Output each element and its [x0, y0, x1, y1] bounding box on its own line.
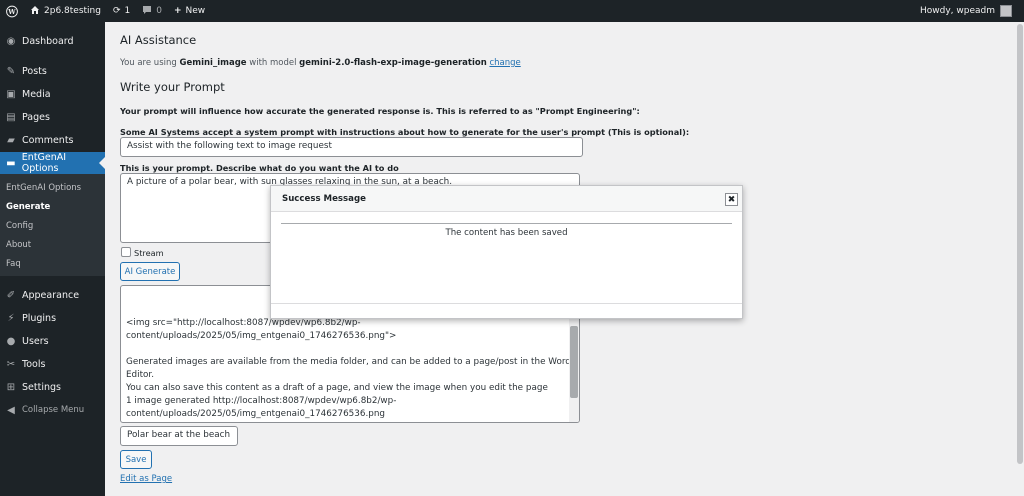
system-prompt-label: Some AI Systems accept a system prompt w…: [120, 127, 690, 137]
updates-icon: ⟳: [112, 6, 121, 16]
submenu-about[interactable]: About: [6, 240, 31, 250]
stream-checkbox[interactable]: [121, 247, 131, 257]
users-icon: ●: [6, 335, 16, 347]
svg-text:W: W: [7, 7, 16, 15]
submenu-config[interactable]: Config: [6, 221, 33, 231]
sidebar-item-dashboard[interactable]: ◉ Dashboard: [0, 32, 105, 50]
engine-prefix: You are using: [120, 58, 180, 68]
output-line: <img src="http://localhost:8087/wpdev/wp…: [126, 318, 361, 328]
edit-as-page-link[interactable]: Edit as Page: [120, 474, 172, 484]
dialog-footer-divider: [271, 303, 742, 304]
collapse-arrow-icon: ◀: [7, 404, 15, 416]
pin-icon: ✎: [6, 65, 16, 77]
updates-link[interactable]: ⟳ 1: [107, 0, 136, 22]
admin-bar: W 2p6.8testing ⟳ 1 0 + New Howdy, wpeadm: [0, 0, 1024, 22]
stream-label: Stream: [134, 248, 164, 258]
new-content-link[interactable]: + New: [168, 0, 211, 22]
sidebar-item-entgenai-options[interactable]: ▬ EntGenAI Options: [0, 152, 105, 174]
save-button[interactable]: Save: [120, 450, 152, 469]
page-title: AI Assistance: [120, 33, 197, 47]
comments-icon: ▰: [7, 134, 15, 146]
ai-generate-button[interactable]: AI Generate: [120, 262, 180, 281]
page-scrollbar[interactable]: [1016, 22, 1024, 496]
comments-link[interactable]: 0: [136, 0, 168, 22]
page-scroll-thumb[interactable]: [1017, 24, 1023, 464]
prompt-heading: Write your Prompt: [120, 80, 225, 94]
sidebar-item-media[interactable]: ▣ Media: [0, 85, 105, 103]
wordpress-logo-icon[interactable]: W: [0, 0, 24, 22]
avatar: [1000, 5, 1012, 17]
sidebar-item-label: Plugins: [22, 312, 57, 324]
system-prompt-input[interactable]: Assist with the following text to image …: [120, 137, 583, 157]
sidebar-item-label: Posts: [22, 65, 47, 77]
collapse-menu-button[interactable]: ◀ Collapse Menu: [0, 401, 105, 419]
output-line: Editor.: [126, 370, 155, 380]
updates-count: 1: [124, 6, 131, 16]
sidebar-item-label: Comments: [22, 134, 74, 146]
my-account[interactable]: Howdy, wpeadm: [920, 0, 1012, 22]
sidebar-item-users[interactable]: ● Users: [0, 332, 105, 350]
options-icon: ▬: [6, 157, 16, 169]
sidebar-item-plugins[interactable]: ⚡ Plugins: [0, 309, 105, 327]
sidebar-item-label: EntGenAI Options: [21, 152, 67, 174]
model-name: gemini-2.0-flash-exp-image-generation: [299, 58, 487, 68]
sidebar-item-pages[interactable]: ▤ Pages: [0, 108, 105, 126]
output-line: content/uploads/2025/05/img_entgenai0_17…: [126, 331, 397, 341]
sidebar-item-appearance[interactable]: ✐ Appearance: [0, 286, 105, 304]
comments-count: 0: [156, 6, 162, 16]
submenu-generate[interactable]: Generate: [6, 202, 50, 212]
dialog-divider: [281, 223, 732, 224]
prompt-label: This is your prompt. Describe what do yo…: [120, 163, 399, 173]
sidebar-item-posts[interactable]: ✎ Posts: [0, 62, 105, 80]
plus-icon: +: [173, 6, 182, 16]
close-icon[interactable]: ✖: [725, 193, 738, 206]
sidebar-item-label: Tools: [22, 358, 46, 370]
sidebar-item-label: Users: [22, 335, 49, 347]
sidebar-item-label: Settings: [22, 381, 61, 393]
admin-sidebar: ◉ Dashboard ✎ Posts ▣ Media ▤ Pages ▰ Co…: [0, 22, 105, 496]
change-link[interactable]: change: [489, 58, 520, 68]
engine-mid: with model: [246, 58, 300, 68]
success-dialog: Success Message ✖ The content has been s…: [270, 185, 743, 319]
wrench-icon: ✂: [6, 358, 16, 370]
intro-text: Your prompt will influence how accurate …: [120, 106, 640, 116]
output-line: You can also save this content as a draf…: [126, 383, 548, 393]
dashboard-icon: ◉: [6, 35, 16, 47]
submenu-faq[interactable]: Faq: [6, 259, 21, 269]
new-label: New: [185, 6, 206, 16]
collapse-menu-label: Collapse Menu: [22, 405, 85, 415]
media-icon: ▣: [6, 88, 16, 100]
home-icon: [30, 5, 40, 18]
settings-icon: ⊞: [6, 381, 16, 393]
site-name-link[interactable]: 2p6.8testing: [24, 0, 107, 22]
dialog-titlebar: Success Message ✖: [271, 186, 742, 212]
submenu-entgenai-options[interactable]: EntGenAI Options: [6, 183, 81, 193]
sidebar-item-label: Appearance: [22, 289, 80, 301]
site-name: 2p6.8testing: [44, 6, 101, 16]
output-line: Generated images are available from the …: [126, 357, 580, 367]
howdy-text: Howdy, wpeadm: [919, 6, 995, 16]
output-scroll-thumb[interactable]: [570, 326, 578, 398]
engine-name: Gemini_image: [179, 58, 247, 68]
dialog-message: The content has been saved: [445, 228, 568, 238]
pages-icon: ▤: [6, 111, 16, 123]
dialog-title: Success Message: [282, 194, 366, 204]
sidebar-item-label: Dashboard: [22, 35, 74, 47]
brush-icon: ✐: [6, 289, 16, 301]
engine-info: You are using Gemini_image with model ge…: [120, 58, 521, 68]
sidebar-item-tools[interactable]: ✂ Tools: [0, 355, 105, 373]
page-title-input[interactable]: Polar bear at the beach: [120, 426, 238, 446]
entgenai-submenu: EntGenAI Options Generate Config About F…: [0, 174, 105, 276]
sidebar-item-label: Media: [22, 88, 51, 100]
plugin-icon: ⚡: [7, 312, 15, 324]
output-line: 1 image generated http://localhost:8087/…: [126, 396, 397, 406]
output-line: content/uploads/2025/05/img_entgenai0_17…: [126, 409, 386, 419]
sidebar-item-settings[interactable]: ⊞ Settings: [0, 378, 105, 396]
sidebar-item-label: Pages: [22, 111, 50, 123]
sidebar-item-comments[interactable]: ▰ Comments: [0, 131, 105, 149]
comment-bubble-icon: [142, 5, 152, 18]
